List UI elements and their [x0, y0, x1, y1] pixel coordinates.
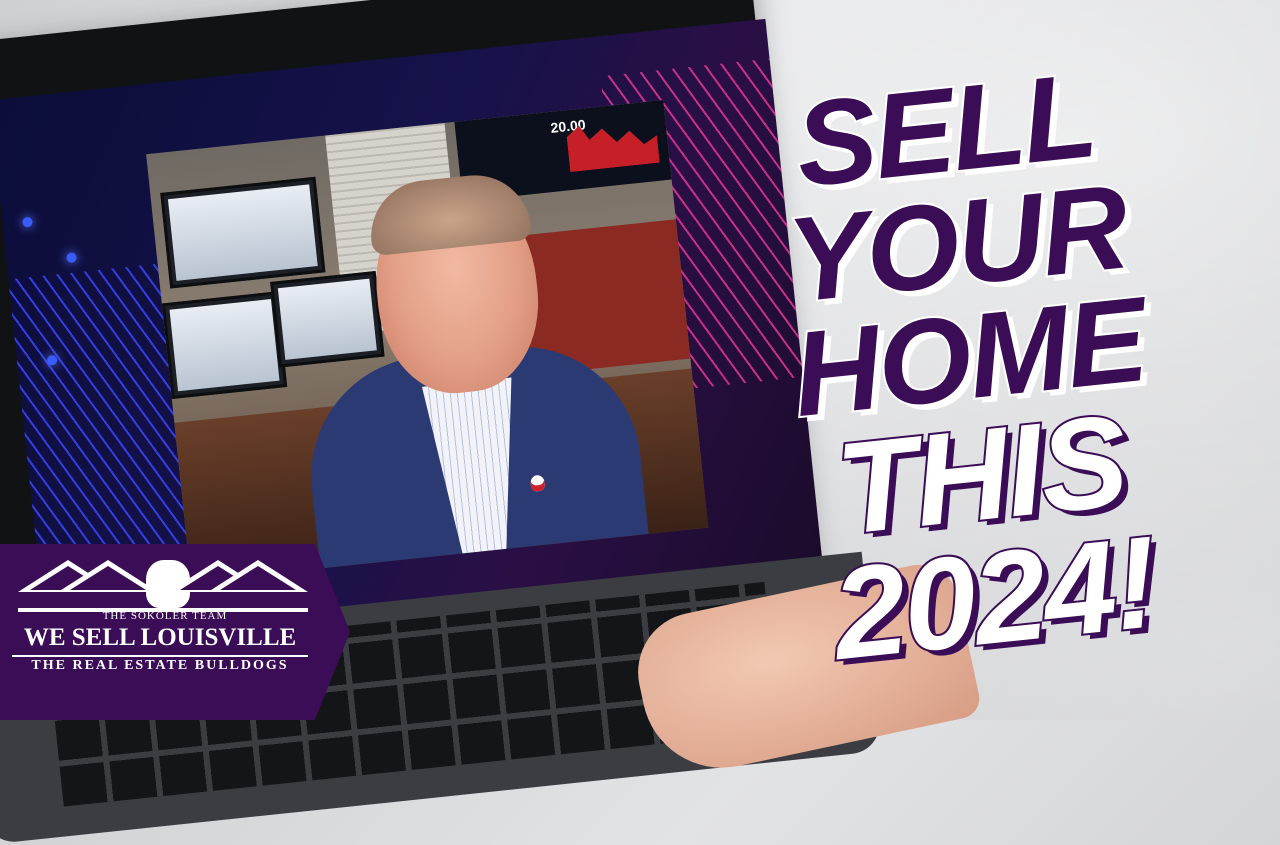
monitor [160, 176, 326, 289]
team-label: THE SOKOLER TEAM [102, 610, 228, 622]
headline: SELL YOUR HOME THIS 2024! [641, 42, 1280, 690]
divider [12, 655, 308, 657]
brand-logo-banner: THE SOKOLER TEAM WE SELL LOUISVILLE THE … [0, 544, 350, 720]
brand-name: WE SELL LOUISVILLE [23, 624, 297, 651]
tagline: THE REAL ESTATE BULLDOGS [31, 658, 289, 673]
glow-dot [22, 216, 34, 228]
monitor [270, 270, 385, 368]
monitor [161, 291, 288, 399]
video-frame: 20.00 [146, 99, 709, 582]
glow-dot [66, 252, 78, 264]
